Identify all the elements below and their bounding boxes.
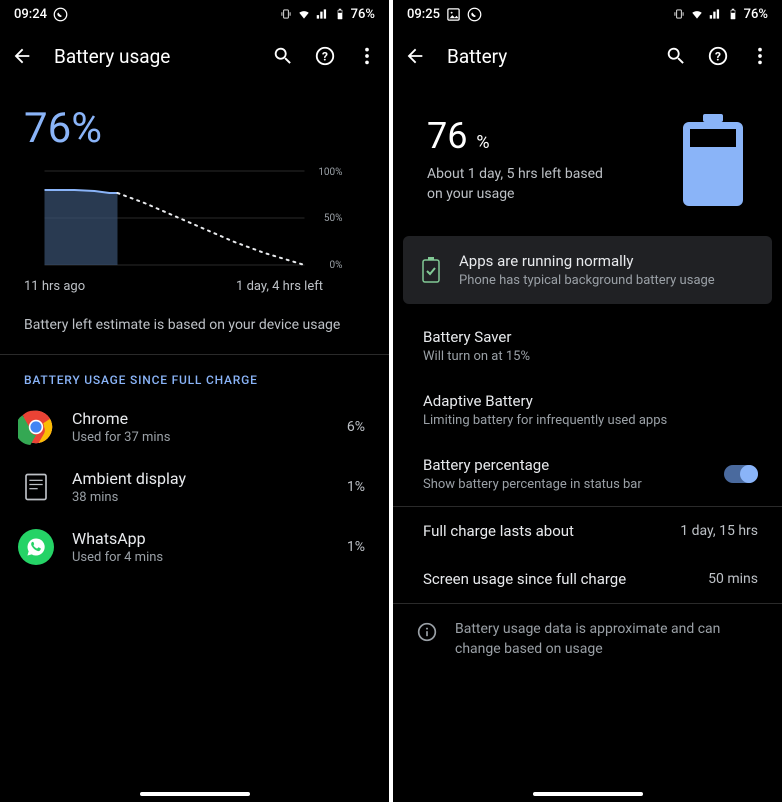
vibrate-icon (672, 7, 686, 21)
status-battery-pct: 76% (351, 7, 375, 22)
chart-start-label: 11 hrs ago (24, 279, 85, 294)
svg-text:?: ? (715, 50, 721, 64)
whatsapp-icon (18, 529, 54, 565)
app-sub: Used for 37 mins (72, 430, 329, 445)
whatsapp-status-icon (467, 7, 482, 22)
app-bar: Battery usage ? (0, 28, 389, 84)
battery-percentage-row[interactable]: Battery percentage Show battery percenta… (393, 442, 782, 506)
battery-hero: 76 % About 1 day, 5 hrs left based on yo… (393, 84, 782, 236)
card-subtitle: Phone has typical background battery usa… (459, 273, 754, 288)
estimate-note: Battery left estimate is based on your d… (0, 306, 389, 354)
app-pct: 1% (347, 539, 365, 555)
status-time: 09:25 (407, 7, 440, 22)
phone-battery-usage: 09:24 76% Battery usage ? 76% (0, 0, 389, 802)
page-title: Battery (447, 45, 644, 68)
vibrate-icon (279, 7, 293, 21)
battery-large-icon (678, 114, 748, 206)
more-button[interactable] (748, 44, 772, 68)
svg-text:?: ? (322, 50, 328, 64)
chart-end-label: 1 day, 4 hrs left (236, 279, 323, 294)
chrome-icon (18, 409, 54, 445)
battery-status-icon (726, 7, 740, 21)
more-button[interactable] (355, 44, 379, 68)
svg-text:50%: 50% (324, 213, 343, 224)
status-time: 09:24 (14, 7, 47, 22)
phone-battery: 09:25 76% Battery ? 76 % About 1 day, 5 (393, 0, 782, 802)
battery-ok-icon (421, 256, 441, 284)
image-status-icon (446, 7, 461, 22)
hero-percentage: 76 % (427, 115, 607, 157)
search-button[interactable] (664, 44, 688, 68)
battery-status-icon (333, 7, 347, 21)
status-battery-pct: 76% (744, 7, 768, 22)
wifi-icon (297, 7, 311, 21)
info-row: Battery usage data is approximate and ca… (393, 604, 782, 675)
hero-subtitle: About 1 day, 5 hrs left based on your us… (427, 165, 607, 204)
app-name: Chrome (72, 409, 329, 428)
battery-percentage-large: 76% (0, 84, 389, 163)
svg-text:100%: 100% (318, 167, 342, 178)
battery-chart: 100% 50% 0% 11 hrs ago 1 day, 4 hrs left (24, 163, 365, 294)
wifi-icon (690, 7, 704, 21)
section-header: BATTERY USAGE SINCE FULL CHARGE (0, 355, 389, 397)
page-title: Battery usage (54, 45, 251, 68)
battery-saver-row[interactable]: Battery Saver Will turn on at 15% (393, 314, 782, 378)
home-indicator[interactable] (140, 792, 250, 796)
back-button[interactable] (403, 44, 427, 68)
search-button[interactable] (271, 44, 295, 68)
battery-percentage-toggle[interactable] (724, 465, 758, 483)
back-button[interactable] (10, 44, 34, 68)
app-pct: 6% (347, 419, 365, 435)
status-bar: 09:25 76% (393, 0, 782, 28)
help-button[interactable]: ? (313, 44, 337, 68)
svg-text:0%: 0% (330, 260, 343, 271)
card-title: Apps are running normally (459, 252, 754, 270)
status-card[interactable]: Apps are running normally Phone has typi… (403, 236, 772, 304)
home-indicator[interactable] (533, 792, 643, 796)
whatsapp-status-icon (53, 7, 68, 22)
app-pct: 1% (347, 479, 365, 495)
info-icon (417, 622, 437, 642)
app-bar: Battery ? (393, 28, 782, 84)
app-row-whatsapp[interactable]: WhatsApp Used for 4 mins 1% (0, 517, 389, 577)
screen-usage-stat: Screen usage since full charge 50 mins (393, 555, 782, 603)
app-sub: Used for 4 mins (72, 550, 329, 565)
status-bar: 09:24 76% (0, 0, 389, 28)
full-charge-stat: Full charge lasts about 1 day, 15 hrs (393, 507, 782, 555)
signal-icon (315, 7, 329, 21)
app-row-chrome[interactable]: Chrome Used for 37 mins 6% (0, 397, 389, 457)
app-name: WhatsApp (72, 529, 329, 548)
app-sub: 38 mins (72, 490, 329, 505)
signal-icon (708, 7, 722, 21)
app-name: Ambient display (72, 469, 329, 488)
adaptive-battery-row[interactable]: Adaptive Battery Limiting battery for in… (393, 378, 782, 442)
app-row-ambient[interactable]: Ambient display 38 mins 1% (0, 457, 389, 517)
ambient-display-icon (18, 469, 54, 505)
help-button[interactable]: ? (706, 44, 730, 68)
